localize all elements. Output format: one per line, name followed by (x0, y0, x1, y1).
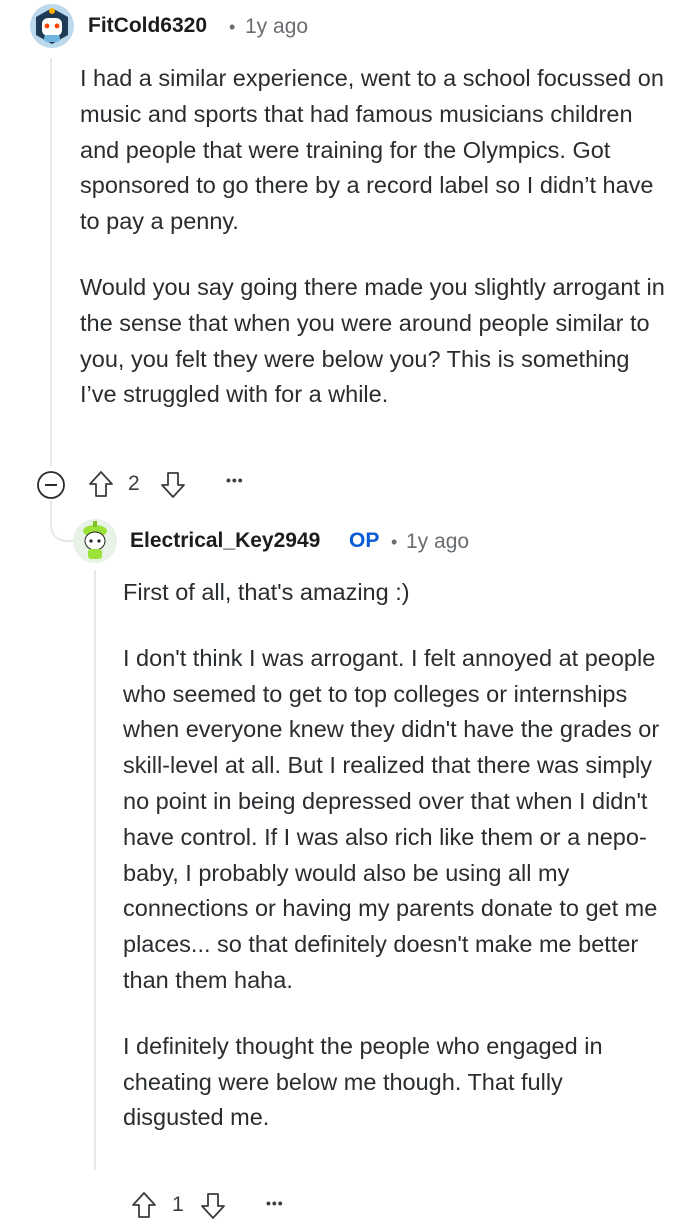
upvote-button[interactable] (129, 1189, 159, 1221)
vote-count: 2 (128, 472, 140, 495)
meta-separator: • (391, 532, 398, 552)
collapse-icon (37, 471, 65, 499)
comment-timestamp: 1y ago (245, 15, 309, 38)
more-options-button[interactable]: ••• (266, 1195, 284, 1211)
downvote-arrow-icon (201, 1193, 225, 1219)
reply-connector-line (50, 500, 76, 542)
downvote-button[interactable] (198, 1190, 228, 1222)
snoo-avatar-icon (30, 4, 74, 48)
comment-paragraph: First of all, that's amazing :) (123, 579, 410, 605)
comment-paragraph: Would you say going there made you sligh… (80, 273, 665, 408)
upvote-arrow-icon (89, 471, 113, 497)
downvote-button[interactable] (158, 469, 188, 501)
downvote-arrow-icon (161, 472, 185, 498)
upvote-button[interactable] (86, 468, 116, 500)
snoo-avatar-icon (73, 519, 117, 563)
comment-username[interactable]: Electrical_Key2949 (130, 529, 320, 553)
comment-timestamp: 1y ago (406, 530, 470, 553)
reply-thread-line (94, 570, 96, 1170)
user-avatar-electrical-key2949[interactable] (73, 519, 117, 563)
collapse-thread-button[interactable] (36, 470, 66, 500)
comment-paragraph: I don't think I was arrogant. I felt ann… (123, 644, 660, 993)
upvote-arrow-icon (132, 1192, 156, 1218)
comment-paragraph: I had a similar experience, went to a sc… (80, 65, 664, 235)
vote-count: 1 (172, 1193, 184, 1216)
meta-separator: • (229, 17, 236, 37)
user-avatar-fitcold6320[interactable] (30, 4, 74, 48)
op-badge: OP (349, 529, 380, 552)
comment-paragraph: I definitely thought the people who enga… (123, 1032, 603, 1131)
comment-body: First of all, that's amazing :) I don't … (123, 575, 668, 1136)
more-options-button[interactable]: ••• (226, 472, 244, 488)
comment-thread-line (50, 58, 52, 466)
comment-username[interactable]: FitCold6320 (88, 14, 207, 38)
comment-body: I had a similar experience, went to a sc… (80, 61, 670, 413)
